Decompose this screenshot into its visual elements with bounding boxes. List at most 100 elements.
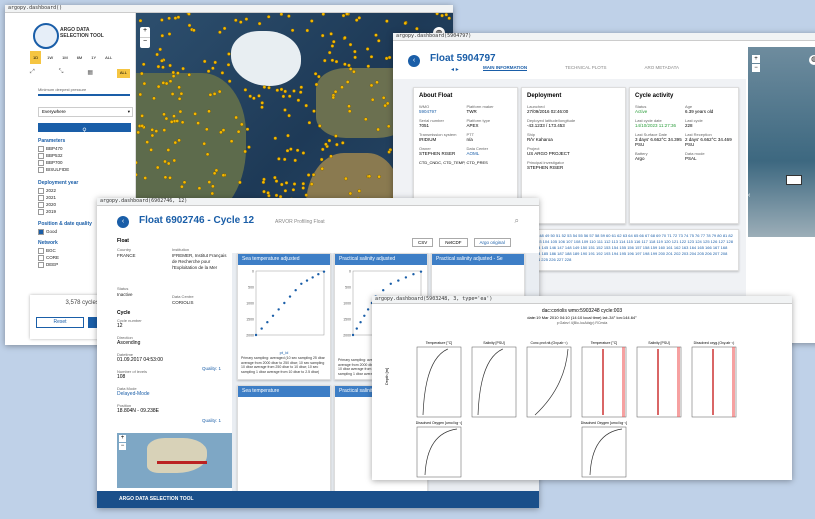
panel-title: Dissolved Oxygen [umol kg⁻¹]	[416, 421, 462, 425]
info-value: 7051	[419, 123, 430, 128]
float-marker	[317, 74, 321, 79]
zoom-in-button[interactable]: +	[752, 55, 760, 63]
float-marker	[277, 157, 281, 161]
shrink-icon[interactable]: ⤡	[59, 69, 64, 78]
info-value: 27/09/2016 02:46:00	[527, 109, 569, 114]
year-item[interactable]: 2022	[38, 188, 56, 195]
profile-point	[359, 321, 362, 324]
network-item[interactable]: CORE	[38, 255, 59, 262]
time-btn-1y[interactable]: 1Y	[88, 51, 99, 64]
param-item[interactable]: BISULFIDE	[38, 167, 69, 174]
float-marker	[160, 33, 165, 38]
back-button[interactable]: ‹	[117, 216, 129, 228]
search-button[interactable]: ⚲	[38, 123, 131, 134]
profile-line	[534, 348, 569, 416]
back-button[interactable]: ‹	[408, 55, 420, 67]
float-marker	[260, 101, 264, 105]
time-btn-1w[interactable]: 1W	[44, 51, 56, 64]
float-marker	[344, 176, 348, 181]
tab-aro-metadata[interactable]: ARO METADATA	[645, 65, 680, 71]
csv-button[interactable]: CSV	[412, 238, 434, 247]
info-value: STEPHEN RISER	[419, 151, 456, 156]
pressure-slider[interactable]	[38, 94, 130, 96]
region-select[interactable]: Everywhere ▾	[38, 107, 133, 117]
chevron-left-icon[interactable]: ‹	[748, 192, 750, 199]
panel-title: Temperature [°C]	[591, 341, 618, 345]
time-btn-1m[interactable]: 1M	[59, 51, 71, 64]
float-marker	[140, 114, 144, 118]
argo-original-button[interactable]: Argo original	[473, 238, 511, 247]
time-btn-6m[interactable]: 6M	[74, 51, 86, 64]
tab-main-information[interactable]: MAIN INFORMATION	[483, 65, 528, 71]
info-field: Transmission system IRIDIUM	[419, 132, 465, 142]
float-marker	[273, 175, 277, 180]
reset-button[interactable]: Reset	[36, 317, 84, 328]
float-marker	[384, 56, 389, 61]
param-item[interactable]: BBP470	[38, 146, 69, 153]
float-marker	[210, 191, 215, 196]
page-title: Float 5904797	[430, 53, 496, 64]
time-btn-all[interactable]: ALL	[102, 51, 115, 64]
float-marker	[257, 94, 261, 98]
profile-point	[311, 276, 314, 279]
tool-name: ARGO DATA SELECTION TOOL	[60, 27, 104, 39]
float-marker	[367, 174, 372, 179]
prev-icon[interactable]: ◂	[451, 67, 454, 73]
globe-icon[interactable]: ◍	[809, 55, 815, 65]
float-marker	[168, 79, 173, 83]
float-marker	[213, 60, 217, 65]
float-marker	[377, 174, 381, 179]
year-item[interactable]: 2019	[38, 209, 56, 216]
cycle-field: Direction Ascending	[117, 335, 232, 352]
float-marker	[357, 189, 362, 193]
tab-technical-plots[interactable]: TECHNICAL PLOTS	[565, 65, 606, 71]
float-marker	[171, 70, 176, 75]
zoom-out-button[interactable]: −	[752, 64, 760, 72]
float-marker	[341, 13, 346, 18]
year-item[interactable]: 2021	[38, 195, 56, 202]
time-btn-1d[interactable]: 1D	[30, 51, 42, 64]
network-item[interactable]: DEEP	[38, 262, 59, 269]
deployment-year-label: Deployment year	[38, 180, 79, 186]
grid-icon[interactable]: ▦	[87, 69, 93, 78]
years-list: 2022 2021 2020 2019	[38, 188, 56, 216]
float-marker	[279, 87, 284, 92]
year-item[interactable]: 2020	[38, 202, 56, 209]
float-marker	[262, 85, 267, 89]
info-icon[interactable]: ⌕	[515, 216, 519, 226]
mini-map[interactable]: + −	[117, 433, 232, 488]
float-marker	[173, 16, 178, 20]
zoom-out-button[interactable]: −	[140, 37, 150, 48]
netcdf-button[interactable]: NetCDF	[439, 238, 468, 247]
all-toggle[interactable]: ALL	[116, 69, 130, 78]
info-field: Battery Argo	[635, 151, 683, 161]
zoom-in-button[interactable]: +	[119, 435, 126, 442]
side-map[interactable]: + − ◍ ‹ ›	[748, 47, 815, 237]
logo	[33, 23, 59, 49]
next-icon[interactable]: ▸	[456, 67, 459, 73]
float-marker	[286, 133, 290, 138]
float-marker	[149, 148, 153, 152]
float-marker	[138, 92, 143, 97]
quality-item[interactable]: Good	[38, 229, 57, 235]
float-marker	[262, 177, 266, 182]
info-value: 14/10/2023 11:27:36	[635, 123, 676, 128]
expand-icon[interactable]: ⤢	[30, 69, 35, 78]
float-marker	[187, 13, 191, 16]
float-marker	[205, 152, 210, 157]
float-marker	[193, 112, 197, 116]
float-marker	[353, 49, 357, 54]
zoom-in-button[interactable]: +	[140, 27, 150, 37]
float-marker	[387, 150, 391, 154]
info-field: Platform maker TWR	[467, 104, 513, 114]
panel-title: Salinity [PSU]	[648, 341, 669, 345]
status-key: Status	[117, 286, 129, 291]
network-item[interactable]: BGC	[38, 248, 59, 255]
param-item[interactable]: BBP700	[38, 160, 69, 167]
zoom-out-button[interactable]: −	[119, 443, 126, 450]
param-item[interactable]: BBP532	[38, 153, 69, 160]
zoom-controls: + −	[140, 27, 150, 48]
track-line	[157, 461, 207, 464]
profile-plots-window: argopy.dashboard(5903248, 3, type='ea') …	[372, 296, 792, 480]
page-title: Float 6902746 - Cycle 12	[139, 215, 255, 226]
